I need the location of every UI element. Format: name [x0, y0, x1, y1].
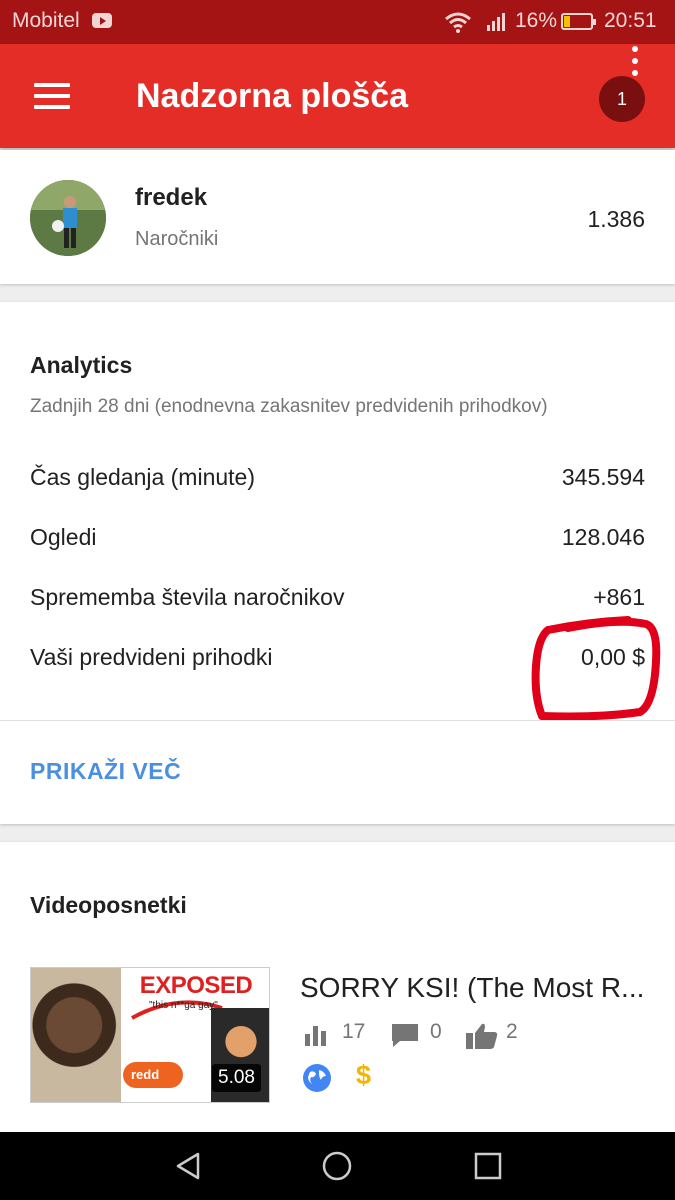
- videos-card: Videoposnetki EXPOSED "this n**ga gay" r…: [0, 842, 675, 1132]
- analytics-row-views: Ogledi 128.046: [30, 524, 645, 556]
- menu-icon[interactable]: [34, 83, 70, 109]
- analytics-row-value: +861: [593, 584, 645, 610]
- analytics-row-watch-time: Čas gledanja (minute) 345.594: [30, 464, 645, 496]
- back-icon[interactable]: [172, 1150, 204, 1182]
- thumbnail-reddit-badge: redd: [123, 1062, 183, 1088]
- show-more-link[interactable]: PRIKAŽI VEČ: [30, 758, 181, 785]
- wifi-icon: [445, 12, 471, 33]
- views-stat: 17: [303, 1020, 373, 1050]
- subscribers-label: Naročniki: [135, 228, 219, 250]
- analytics-row-subscriber-change: Sprememba števila naročnikov +861: [30, 584, 645, 616]
- comments-stat: 0: [390, 1020, 450, 1050]
- page-title: Nadzorna plošča: [136, 77, 409, 115]
- battery-icon: [561, 13, 596, 30]
- video-title[interactable]: SORRY KSI! (The Most R...: [300, 972, 650, 1004]
- channel-card[interactable]: fredek Naročniki 1.386: [0, 150, 675, 284]
- video-thumbnail[interactable]: EXPOSED "this n**ga gay" redd 5.08: [30, 967, 270, 1103]
- videos-title: Videoposnetki: [30, 892, 187, 918]
- analytics-row-label: Vaši predvideni prihodki: [30, 644, 273, 670]
- thumbs-up-icon: [466, 1023, 498, 1049]
- analytics-row-label: Sprememba števila naročnikov: [30, 584, 345, 610]
- analytics-row-value: 128.046: [561, 524, 645, 550]
- clock: 20:51: [604, 9, 657, 32]
- more-options-icon[interactable]: [629, 46, 641, 78]
- status-bar: Mobitel 16% 20:51: [0, 0, 675, 44]
- comment-icon: [392, 1024, 418, 1047]
- red-marker-annotation: [531, 616, 661, 720]
- system-nav-bar: [0, 1132, 675, 1200]
- signal-icon: [487, 13, 505, 31]
- thumbnail-quote: "this n**ga gay": [149, 1000, 218, 1011]
- monetization-dollar-icon: $: [356, 1060, 372, 1090]
- analytics-period: Zadnjih 28 dni (enodnevna zakasnitev pre…: [30, 396, 548, 417]
- views-count: 17: [342, 1020, 366, 1043]
- analytics-row-label: Ogledi: [30, 524, 97, 550]
- channel-name: fredek: [135, 184, 208, 211]
- video-duration: 5.08: [212, 1064, 261, 1092]
- divider: [0, 720, 675, 721]
- comments-count: 0: [430, 1020, 442, 1043]
- battery-percent: 16%: [515, 9, 558, 32]
- app-bar: Nadzorna plošča 1: [0, 44, 675, 148]
- analytics-row-value: 345.594: [561, 464, 645, 490]
- bar-chart-icon: [305, 1026, 326, 1046]
- analytics-card: Analytics Zadnjih 28 dni (enodnevna zaka…: [0, 302, 675, 824]
- home-icon[interactable]: [321, 1150, 353, 1182]
- analytics-title: Analytics: [30, 352, 133, 378]
- analytics-row-label: Čas gledanja (minute): [30, 464, 256, 490]
- channel-avatar[interactable]: [30, 180, 106, 256]
- youtube-notification-icon: [92, 13, 112, 28]
- subscribers-count: 1.386: [587, 206, 645, 232]
- likes-count: 2: [506, 1020, 518, 1043]
- public-globe-icon: [303, 1064, 331, 1092]
- thumbnail-face-image: [31, 968, 121, 1102]
- notification-badge[interactable]: 1: [599, 76, 645, 122]
- thumbnail-headline: EXPOSED: [139, 972, 253, 999]
- carrier-label: Mobitel: [12, 9, 80, 32]
- likes-stat: 2: [465, 1020, 525, 1050]
- recent-apps-icon[interactable]: [472, 1150, 504, 1182]
